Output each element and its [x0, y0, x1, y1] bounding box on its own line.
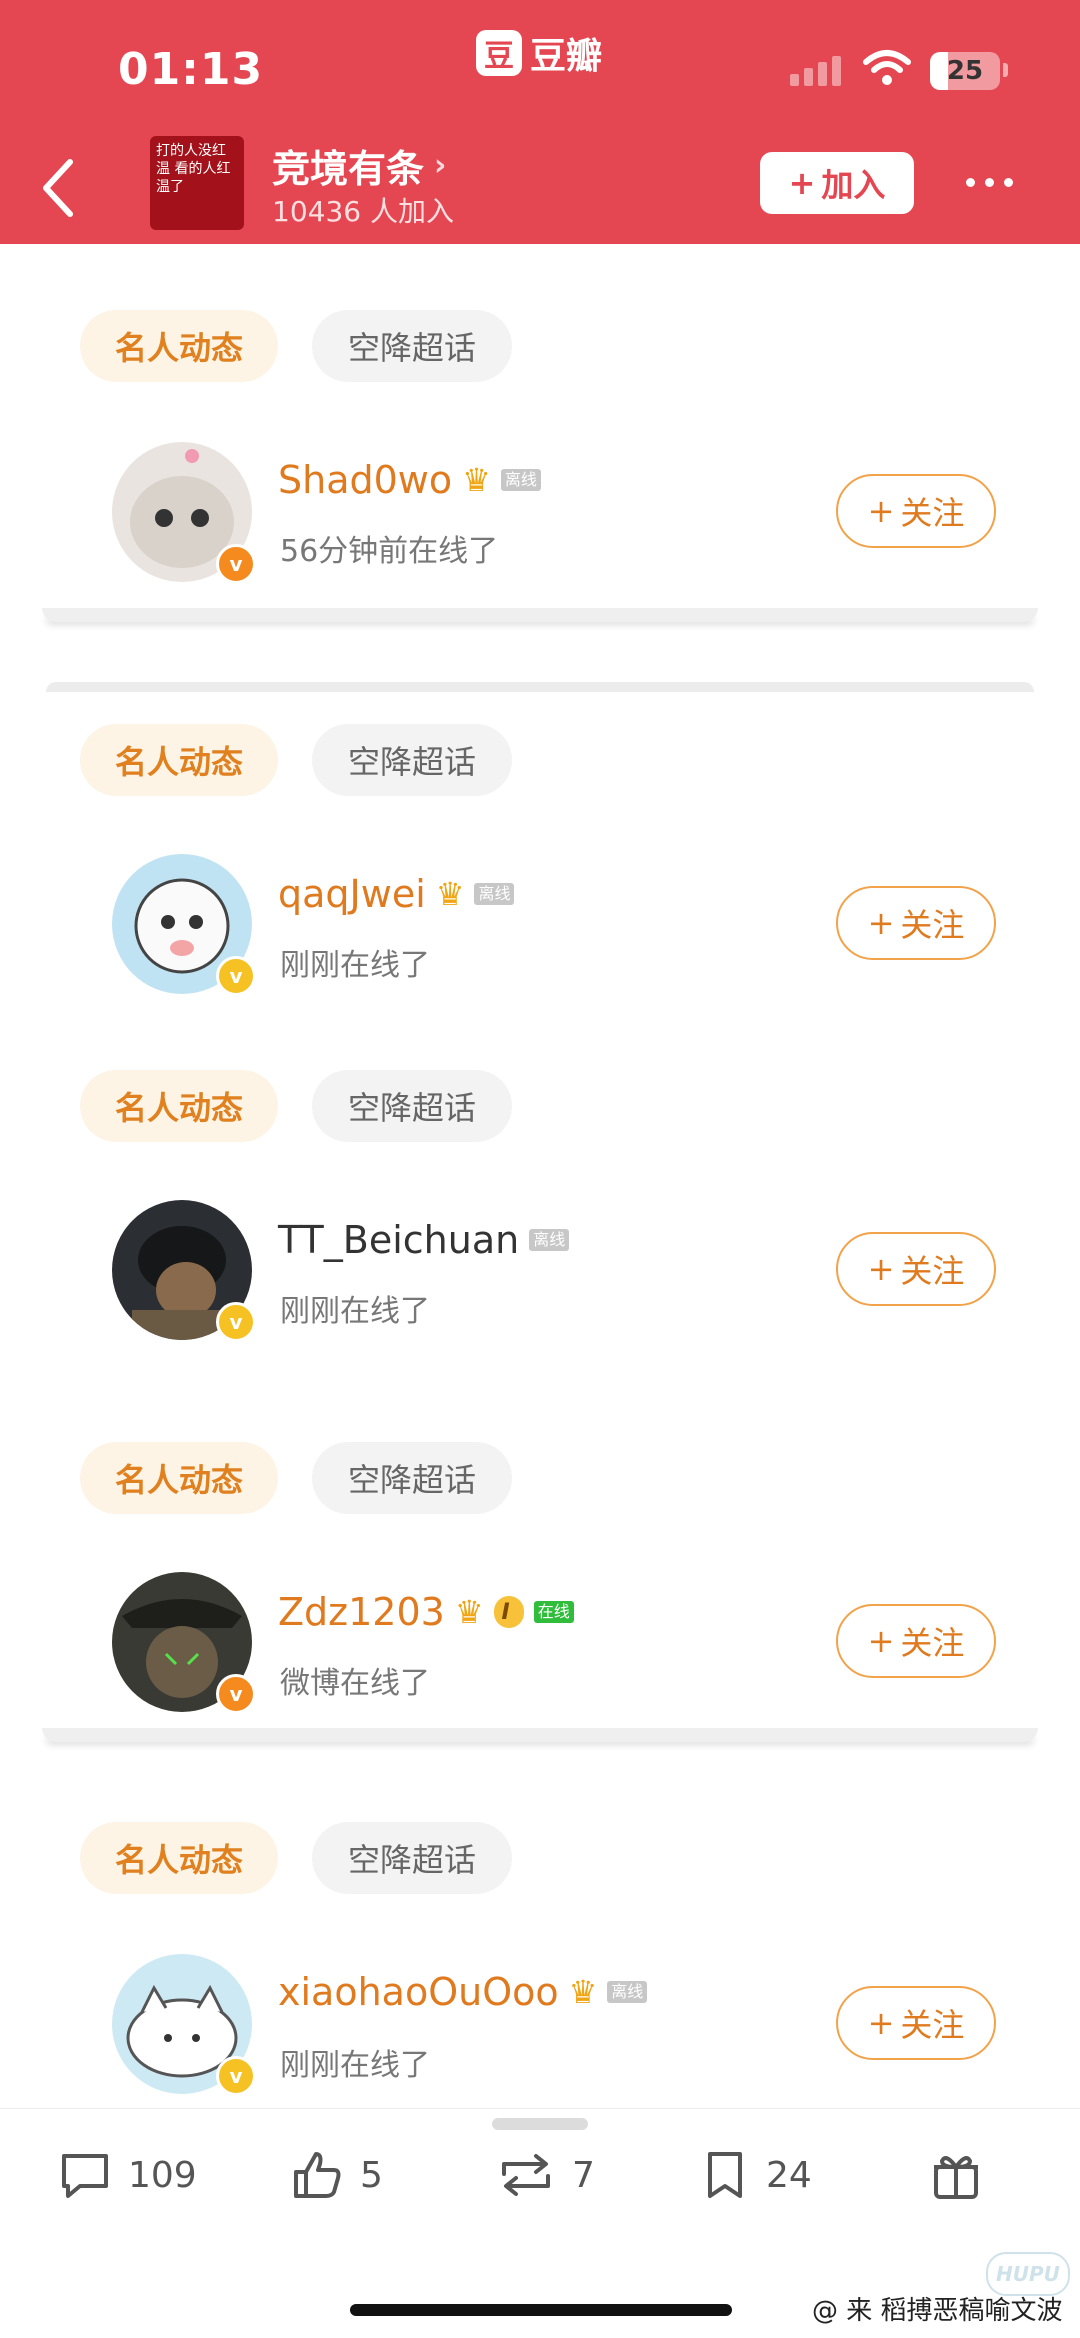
- verified-badge-icon: v: [216, 1302, 256, 1342]
- online-status-text: 刚刚在线了: [280, 1294, 430, 1329]
- follow-button-label: 关注: [900, 1624, 965, 1662]
- verified-badge-icon: v: [216, 2056, 256, 2096]
- user-name-row: Shad0wo ♛ 离线: [278, 458, 541, 502]
- crown-badge-icon: ♛: [462, 461, 491, 499]
- online-status-text: 刚刚在线了: [280, 948, 430, 983]
- follow-button[interactable]: + 关注: [836, 1604, 996, 1678]
- douban-logo-icon: 豆: [476, 30, 522, 76]
- cellular-signal-icon: [790, 56, 841, 86]
- tab-celebrity-updates[interactable]: 名人动态: [80, 724, 278, 796]
- tab-airdrop-topic[interactable]: 空降超话: [312, 1822, 512, 1894]
- status-time: 01:13: [118, 44, 264, 95]
- favorite-count: 24: [766, 2154, 812, 2196]
- user-name[interactable]: Shad0wo: [278, 458, 452, 502]
- user-name[interactable]: xiaohaoOuOoo: [278, 1970, 559, 2014]
- online-status-text: 刚刚在线了: [280, 2048, 430, 2083]
- group-member-count: 10436 人加入: [272, 195, 454, 228]
- drag-handle[interactable]: [492, 2118, 588, 2130]
- offline-tag: 离线: [529, 1229, 570, 1251]
- top-header: 01:13 豆 豆瓣 25 打的人没红温 看的人红温了 竞境有条 › 10436…: [0, 0, 1080, 244]
- repost-button[interactable]: 7: [496, 2140, 595, 2210]
- follow-button[interactable]: + 关注: [836, 886, 996, 960]
- card-divider: [42, 608, 1038, 622]
- card-divider: [46, 682, 1034, 692]
- back-arrow-icon[interactable]: [40, 158, 76, 218]
- battery-tip: [1003, 63, 1008, 77]
- comment-count: 109: [128, 2154, 197, 2196]
- join-button[interactable]: + 加入: [760, 152, 914, 214]
- tab-celebrity-updates[interactable]: 名人动态: [80, 1822, 278, 1894]
- tab-celebrity-updates[interactable]: 名人动态: [80, 1070, 278, 1142]
- follow-button[interactable]: + 关注: [836, 474, 996, 548]
- online-status-text: 56分钟前在线了: [280, 534, 499, 569]
- user-name-row: qaqJwei ♛ 离线: [278, 872, 515, 916]
- user-name-row: TT_Beichuan 离线: [278, 1218, 570, 1262]
- crown-badge-icon: ♛: [435, 875, 465, 913]
- comment-icon: [62, 2154, 108, 2198]
- like-button[interactable]: 5: [290, 2140, 383, 2210]
- join-button-label: 加入: [821, 166, 886, 204]
- follow-button[interactable]: + 关注: [836, 1232, 996, 1306]
- tab-airdrop-topic[interactable]: 空降超话: [312, 724, 512, 796]
- user-name[interactable]: qaqJwei: [278, 872, 426, 916]
- vip-level-badge: I: [493, 1596, 524, 1628]
- favorite-button[interactable]: 24: [700, 2140, 812, 2210]
- chevron-right-icon: ›: [434, 148, 447, 183]
- verified-badge-icon: v: [216, 1674, 256, 1714]
- card-divider: [42, 1728, 1038, 1742]
- plus-icon: +: [867, 1250, 895, 1288]
- follow-button-label: 关注: [900, 2006, 965, 2044]
- user-name[interactable]: TT_Beichuan: [278, 1218, 519, 1262]
- verified-badge-icon: v: [216, 544, 256, 584]
- app-name: 豆瓣: [530, 36, 603, 77]
- comment-button[interactable]: 109: [58, 2140, 197, 2210]
- like-count: 5: [360, 2154, 383, 2196]
- group-name: 竞境有条: [272, 147, 425, 191]
- follow-button-label: 关注: [900, 1252, 965, 1290]
- user-name-row: xiaohaoOuOoo ♛ 离线: [278, 1970, 648, 2014]
- crown-badge-icon: ♛: [568, 1973, 598, 2011]
- follow-button[interactable]: + 关注: [836, 1986, 996, 2060]
- battery-percent: 25: [946, 56, 984, 86]
- crown-badge-icon: ♛: [454, 1593, 484, 1631]
- gift-button[interactable]: [928, 2140, 984, 2210]
- tab-celebrity-updates[interactable]: 名人动态: [80, 310, 278, 382]
- tab-airdrop-topic[interactable]: 空降超话: [312, 1442, 512, 1514]
- plus-icon: +: [867, 492, 895, 530]
- group-name-link[interactable]: 竞境有条 ›: [272, 138, 446, 193]
- gift-icon: [934, 2156, 978, 2199]
- battery-icon: 25: [930, 52, 1000, 90]
- thumbs-up-icon: [294, 2152, 341, 2198]
- app-return-badge[interactable]: 豆 豆瓣: [476, 28, 602, 78]
- group-avatar[interactable]: 打的人没红温 看的人红温了: [150, 136, 244, 230]
- tab-airdrop-topic[interactable]: 空降超话: [312, 1070, 512, 1142]
- repost-icon: [502, 2154, 550, 2196]
- more-menu-icon[interactable]: [966, 178, 1013, 187]
- tab-celebrity-updates[interactable]: 名人动态: [80, 1442, 278, 1514]
- group-avatar-text: 打的人没红温 看的人红温了: [156, 143, 231, 195]
- home-indicator[interactable]: [350, 2304, 732, 2316]
- bookmark-icon: [708, 2152, 742, 2198]
- online-status-text: 微博在线了: [280, 1666, 430, 1701]
- follow-button-label: 关注: [900, 494, 965, 532]
- weibo-watermark: @ 来 稻搏恶稿喻文波: [812, 2296, 1063, 2326]
- plus-icon: +: [788, 164, 816, 202]
- online-tag: 在线: [533, 1601, 574, 1623]
- tab-airdrop-topic[interactable]: 空降超话: [312, 310, 512, 382]
- plus-icon: +: [867, 904, 895, 942]
- plus-icon: +: [867, 1622, 895, 1660]
- offline-tag: 离线: [500, 469, 541, 491]
- repost-count: 7: [572, 2154, 595, 2196]
- offline-tag: 离线: [607, 1981, 648, 2003]
- wifi-icon: [863, 50, 911, 85]
- user-name[interactable]: Zdz1203: [278, 1590, 445, 1634]
- user-name-row: Zdz1203 ♛ I 在线: [278, 1590, 574, 1634]
- follow-button-label: 关注: [900, 906, 965, 944]
- plus-icon: +: [867, 2004, 895, 2042]
- offline-tag: 离线: [474, 883, 515, 905]
- verified-badge-icon: v: [216, 956, 256, 996]
